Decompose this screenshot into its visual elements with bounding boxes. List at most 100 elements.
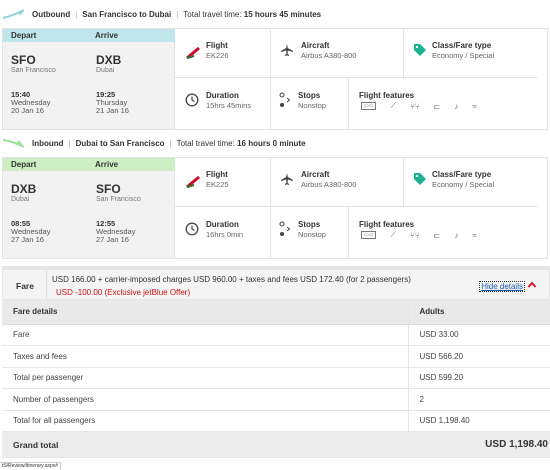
inbound-direction: Inbound <box>32 138 64 148</box>
outbound-header: Outbound | San Francisco to Dubai | Tota… <box>2 8 321 20</box>
outbound-col-divider-2 <box>403 29 404 77</box>
duration-label: Duration <box>206 220 239 229</box>
inbound-travel-time-label: Total travel time: <box>176 138 235 148</box>
stops-value: Nonstop <box>298 230 326 239</box>
arrive-date: 27 Jan 16 <box>96 235 129 244</box>
chevron-up-icon[interactable] <box>527 280 537 290</box>
arrive-date: 21 Jan 16 <box>96 106 129 115</box>
inbound-depart-arrive-panel: Depart Arrive DXB Dubai 08:55 Wednesday … <box>3 158 175 258</box>
outbound-col-divider-1 <box>270 29 271 77</box>
adults-header: Adults <box>407 300 550 325</box>
hide-details-link[interactable]: Hide details <box>479 281 525 292</box>
row-value: USD 599.20 <box>407 367 550 389</box>
outbound-plane-icon <box>2 9 25 19</box>
row-value: 2 <box>407 388 550 411</box>
arrive-city: San Francisco <box>96 196 141 203</box>
depart-date: 27 Jan 16 <box>11 235 44 244</box>
table-row: Fare USD 33.00 <box>2 324 550 346</box>
grand-total-row: Grand total USD 1,198.40 <box>2 431 550 458</box>
power-plug-icon: ⊏ <box>433 101 441 111</box>
features-label: Flight features <box>359 220 415 229</box>
row-label: Fare <box>2 324 408 346</box>
stops-value: Nonstop <box>298 101 326 110</box>
fare-label: Fare <box>16 281 34 291</box>
aircraft-label: Aircraft <box>301 41 330 50</box>
aircraft-icon <box>281 173 293 185</box>
class-value: Economy / Special <box>432 51 495 60</box>
grand-total-label: Grand total <box>2 431 408 458</box>
arrive-label: Arrive <box>95 160 119 169</box>
row-label: Total for all passengers <box>2 410 408 432</box>
stops-route-icon <box>279 92 291 107</box>
outbound-travel-time: 15 hours 45 minutes <box>243 9 322 19</box>
meal-icon: ⑂⑂ <box>410 101 420 111</box>
audio-icon: ♪ <box>454 101 459 111</box>
depart-label: Depart <box>11 31 37 40</box>
inbound-depart-arrive-header: Depart Arrive <box>3 158 175 171</box>
depart-airport-code: SFO <box>11 53 36 67</box>
flight-features-icons: ▭▭ ⟋ ⑂⑂ ⊏ ♪ ≈ <box>361 101 477 111</box>
table-row: Number of passengers 2 <box>2 388 550 411</box>
duration-value: 15hrs 45mins <box>206 101 252 110</box>
wifi-icon: ≈ <box>472 101 477 111</box>
fare-tag-icon <box>414 173 426 185</box>
row-value: USD 1,198.40 <box>407 410 550 432</box>
stops-label: Stops <box>298 91 321 100</box>
class-label: Class/Fare type <box>432 170 492 179</box>
clock-icon <box>185 93 199 107</box>
class-label: Class/Fare type <box>432 41 492 50</box>
flight-number: EK226 <box>206 51 229 60</box>
fare-section: Fare USD 166.00 + carrier-imposed charge… <box>2 266 550 458</box>
inbound-separator: | <box>68 138 71 148</box>
row-value: USD 33.00 <box>407 324 550 346</box>
inbound-row-divider <box>175 206 537 207</box>
flight-features-icons: ▭▭ ⟋ ⑂⑂ ⊏ ♪ ≈ <box>361 230 477 240</box>
fare-tag-icon <box>414 44 426 56</box>
outbound-direction: Outbound <box>32 9 71 19</box>
depart-label: Depart <box>11 160 37 169</box>
status-bar-url: tS/Review/itinerary.aspx# <box>0 462 62 470</box>
outbound-travel-time-label: Total travel time: <box>183 9 242 19</box>
row-label: Total per passenger <box>2 367 408 389</box>
outbound-separator-2: | <box>176 9 179 19</box>
features-label: Flight features <box>359 91 415 100</box>
outbound-row-divider <box>175 77 537 78</box>
emirates-logo-icon <box>186 47 200 59</box>
fare-details-table: Fare details Adults Fare USD 33.00 Taxes… <box>2 300 550 458</box>
inbound-separator-2: | <box>169 138 172 148</box>
aircraft-model: Airbus A380-800 <box>301 51 357 60</box>
depart-city: San Francisco <box>11 67 56 74</box>
inbound-travel-time: 16 hours 0 minute <box>237 138 306 148</box>
aircraft-model: Airbus A380-800 <box>301 180 357 189</box>
emirates-logo-icon <box>186 176 200 188</box>
outbound-route: San Francisco to Dubai <box>82 9 172 19</box>
flight-number: EK225 <box>206 180 229 189</box>
arrive-label: Arrive <box>95 31 119 40</box>
row-value: USD 566.20 <box>407 345 550 368</box>
outbound-depart-arrive-panel: Depart Arrive SFO San Francisco 15:40 We… <box>3 29 175 129</box>
fare-summary-text: USD 166.00 + carrier-imposed charges USD… <box>52 275 411 284</box>
outbound-flight-card: Depart Arrive SFO San Francisco 15:40 We… <box>2 28 548 130</box>
video-icon: ▭▭ <box>361 102 377 110</box>
seat-recline-icon: ⟋ <box>390 230 397 239</box>
inbound-col-divider-4 <box>348 206 349 258</box>
arrive-airport-code: DXB <box>96 53 122 67</box>
fare-divider <box>46 270 47 299</box>
fare-details-header: Fare details <box>2 300 408 325</box>
row-label: Taxes and fees <box>2 345 408 368</box>
meal-icon: ⑂⑂ <box>410 230 420 240</box>
depart-airport-code: DXB <box>11 182 37 196</box>
inbound-col-divider-3 <box>270 206 271 258</box>
flight-label: Flight <box>206 41 228 50</box>
fare-discount-text: USD -100.00 (Exclusive jetBlue Offer) <box>56 288 191 297</box>
fare-summary-bar: Fare USD 166.00 + carrier-imposed charge… <box>2 266 550 300</box>
outbound-depart-arrive-header: Depart Arrive <box>3 29 175 42</box>
fare-table-header: Fare details Adults <box>2 300 550 325</box>
row-label: Number of passengers <box>2 388 408 411</box>
outbound-separator: | <box>75 9 78 19</box>
arrive-city: Dubai <box>96 67 115 74</box>
wifi-icon: ≈ <box>472 230 477 240</box>
depart-date: 20 Jan 16 <box>11 106 44 115</box>
video-icon: ▭▭ <box>361 231 377 239</box>
inbound-route: Dubai to San Francisco <box>75 138 165 148</box>
